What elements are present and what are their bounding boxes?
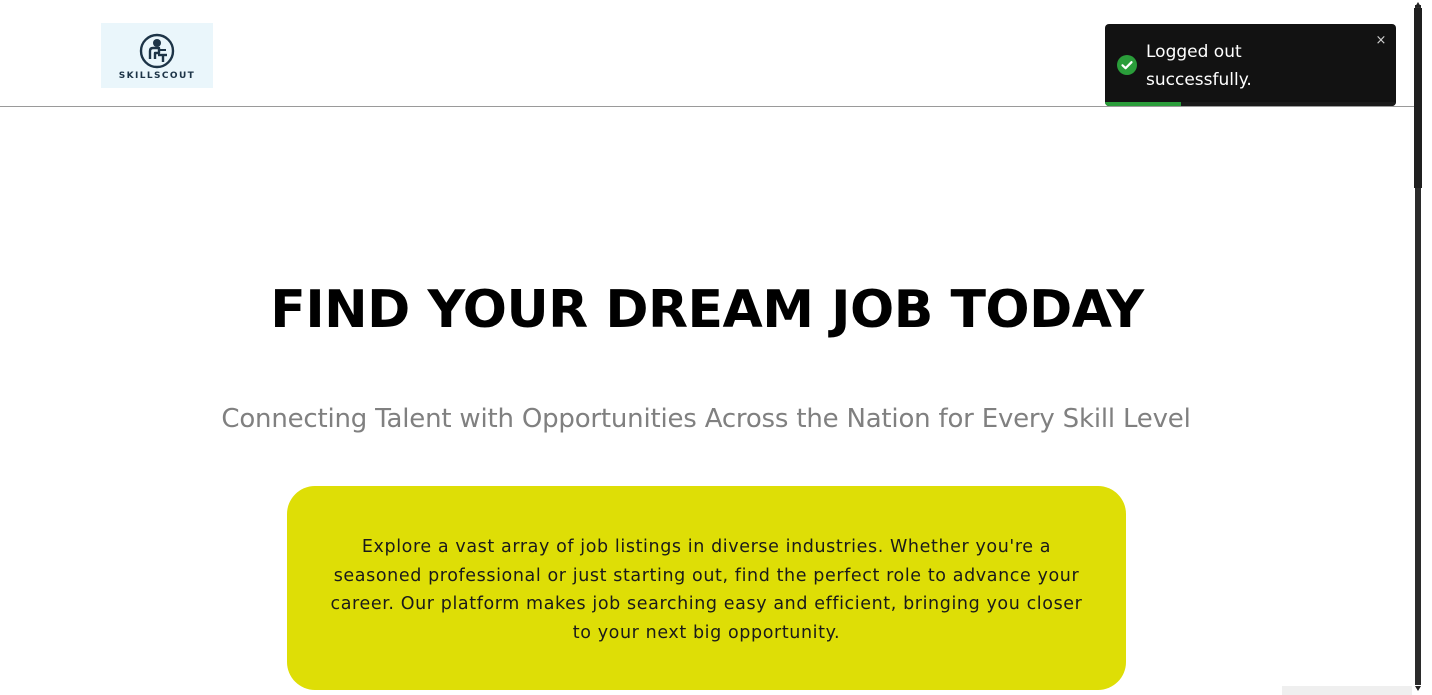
page: SKILLSCOUT Logged out successfully. × FI… xyxy=(0,0,1432,695)
skillscout-logo[interactable]: SKILLSCOUT xyxy=(101,23,213,88)
toast-progress-track xyxy=(1105,102,1396,106)
success-toast[interactable]: Logged out successfully. × xyxy=(1105,24,1396,106)
close-icon[interactable]: × xyxy=(1374,34,1388,48)
scroll-up-arrow-icon[interactable] xyxy=(1415,2,1421,7)
toast-message: Logged out successfully. xyxy=(1146,42,1252,90)
toast-progress-bar xyxy=(1105,102,1181,106)
logo-text: SKILLSCOUT xyxy=(118,71,196,81)
promo-text: Explore a vast array of job listings in … xyxy=(330,537,1083,643)
person-at-desk-logo-icon xyxy=(139,33,175,69)
check-circle-icon xyxy=(1117,55,1137,75)
bottom-strip xyxy=(1282,686,1412,695)
scroll-down-arrow-icon[interactable] xyxy=(1415,686,1421,691)
hero-title: FIND YOUR DREAM JOB TODAY xyxy=(270,280,1144,340)
scrollbar-thumb[interactable] xyxy=(1414,8,1422,188)
promo-box: Explore a vast array of job listings in … xyxy=(287,486,1126,690)
hero-subtitle: Connecting Talent with Opportunities Acr… xyxy=(221,404,1191,434)
